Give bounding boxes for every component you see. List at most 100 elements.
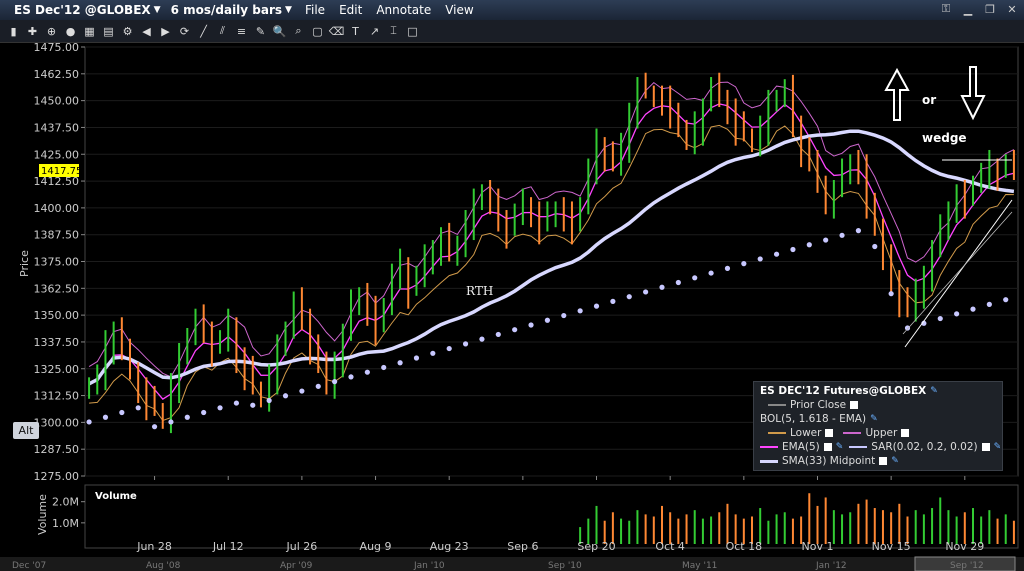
arrow-tool-icon[interactable]: ↗: [367, 24, 382, 39]
settings-icon[interactable]: ✎: [891, 456, 899, 466]
y-tick-label: 1325.00: [34, 363, 80, 376]
sar-checkbox[interactable]: [981, 443, 990, 451]
zoom-in-icon[interactable]: 🔍: [272, 24, 287, 39]
zoom-icon[interactable]: ⊕: [44, 24, 59, 39]
sar-dot: [135, 405, 141, 411]
sar-dot: [315, 383, 321, 389]
indicator-icon[interactable]: ⚙: [120, 24, 135, 39]
sar-dot: [201, 409, 207, 416]
ema-checkbox[interactable]: [823, 443, 832, 451]
y-tick-label: 1425.00: [34, 148, 80, 161]
sar-dot: [708, 270, 714, 276]
sar-dot: [577, 308, 583, 314]
navigator-label: Apr '09: [280, 561, 313, 571]
settings-icon[interactable]: ✎: [836, 442, 844, 452]
x-tick-label: Sep 20: [577, 540, 615, 553]
layout-split-icon[interactable]: ▤: [101, 24, 116, 39]
chevron-down-icon[interactable]: ▼: [285, 5, 292, 15]
menu-view[interactable]: View: [438, 3, 480, 17]
price-axis-label: Price: [18, 250, 31, 277]
bracket-icon[interactable]: ⌶: [386, 24, 401, 39]
sar-dot: [119, 409, 125, 416]
restore-icon[interactable]: ❐: [982, 2, 998, 16]
x-tick-label: Jul 12: [212, 540, 244, 553]
y-tick-label: 1412.50: [34, 175, 80, 188]
minimize-icon[interactable]: ▁: [960, 2, 976, 16]
zoom-out-icon[interactable]: ⌕: [291, 24, 306, 39]
navigator-label: Jan '12: [815, 561, 847, 571]
arrow-right-icon[interactable]: ▶: [158, 24, 173, 39]
navigator-label: Aug '08: [146, 561, 181, 571]
x-tick-label: Jul 26: [285, 540, 317, 553]
legend-lower: Lower: [790, 427, 822, 439]
menu-file[interactable]: File: [298, 3, 332, 17]
sar-dot: [954, 311, 960, 317]
lower-checkbox[interactable]: [825, 429, 834, 437]
sar-dot: [299, 388, 305, 394]
x-tick-label: Nov 1: [802, 540, 834, 553]
text-tool-icon[interactable]: T: [348, 24, 363, 39]
settings-icon[interactable]: ✎: [870, 414, 878, 424]
layout-grid-icon[interactable]: ▦: [82, 24, 97, 39]
y-tick-label: 1437.50: [34, 121, 80, 134]
y-tick-label: 1337.50: [34, 336, 80, 349]
window-title[interactable]: ES Dec'12 @GLOBEX: [0, 3, 151, 17]
window-controls: ⚿ ▁ ❐ ✕: [938, 2, 1020, 16]
navigator-label: Sep '12: [950, 561, 984, 571]
sar-dot: [86, 419, 92, 425]
sar-dot: [364, 369, 370, 375]
ema-swatch: [760, 446, 778, 448]
line-tool-icon[interactable]: ╱: [196, 24, 211, 39]
lower-swatch: [768, 432, 786, 434]
upper-checkbox[interactable]: [901, 429, 910, 437]
price-chart[interactable]: 1475.00 1462.50 1450.00 1437.50 1425.00 1412.…: [0, 42, 1024, 571]
lock-icon[interactable]: ⚿: [938, 2, 954, 16]
select-icon[interactable]: ▢: [310, 24, 325, 39]
channel-tool-icon[interactable]: ⫽: [215, 24, 230, 39]
chevron-down-icon[interactable]: ▼: [154, 5, 161, 15]
x-tick-label: Oct 4: [655, 540, 685, 553]
sar-dot: [495, 331, 501, 338]
circle-icon[interactable]: ●: [63, 24, 78, 39]
sma-swatch: [760, 459, 778, 463]
sar-dot: [512, 327, 518, 333]
pencil-icon[interactable]: ✎: [253, 24, 268, 39]
x-tick-label: Nov 15: [872, 540, 911, 553]
prior-close-checkbox[interactable]: [850, 401, 859, 409]
sar-dot: [839, 232, 845, 238]
navigator-label: Dec '07: [12, 561, 46, 571]
sma-checkbox[interactable]: [879, 457, 888, 465]
sar-dot: [168, 419, 174, 425]
refresh-icon[interactable]: ⟳: [177, 24, 192, 39]
menu-bar: ES Dec'12 @GLOBEX ▼ 6 mos/daily bars ▼ F…: [0, 0, 1024, 20]
sar-dot: [626, 294, 632, 300]
square-icon[interactable]: □: [405, 24, 420, 39]
x-tick-label: Aug 9: [360, 540, 392, 553]
volume-axis-label: Volume: [36, 494, 49, 535]
fib-tool-icon[interactable]: ≡: [234, 24, 249, 39]
x-tick-label: Nov 29: [945, 540, 984, 553]
menu-edit[interactable]: Edit: [332, 3, 369, 17]
indicator-lines: [88, 81, 1015, 422]
annotation-rth: RTH: [466, 284, 493, 298]
sar-dot: [102, 414, 109, 420]
sar-dot: [381, 364, 387, 371]
settings-icon[interactable]: ✎: [930, 386, 938, 396]
eraser-icon[interactable]: ⌫: [329, 24, 345, 39]
chart-type-icon[interactable]: ▮: [6, 24, 21, 39]
crosshair-icon[interactable]: ✚: [25, 24, 40, 39]
sar-dot: [806, 242, 812, 248]
navigator-label: May '11: [682, 561, 717, 571]
chart-grid: [84, 46, 1019, 549]
menu-annotate[interactable]: Annotate: [369, 3, 438, 17]
legend-upper: Upper: [865, 427, 898, 439]
alt-button[interactable]: Alt: [13, 422, 39, 439]
sar-dot: [773, 251, 780, 257]
arrow-left-icon[interactable]: ◀: [139, 24, 154, 39]
close-icon[interactable]: ✕: [1004, 2, 1020, 16]
y-tick-label: 1475.00: [34, 42, 80, 54]
settings-icon[interactable]: ✎: [994, 442, 1002, 452]
period-selector[interactable]: 6 mos/daily bars: [167, 3, 282, 17]
y-tick-label: 1462.50: [34, 68, 80, 81]
sar-dot: [233, 400, 240, 406]
